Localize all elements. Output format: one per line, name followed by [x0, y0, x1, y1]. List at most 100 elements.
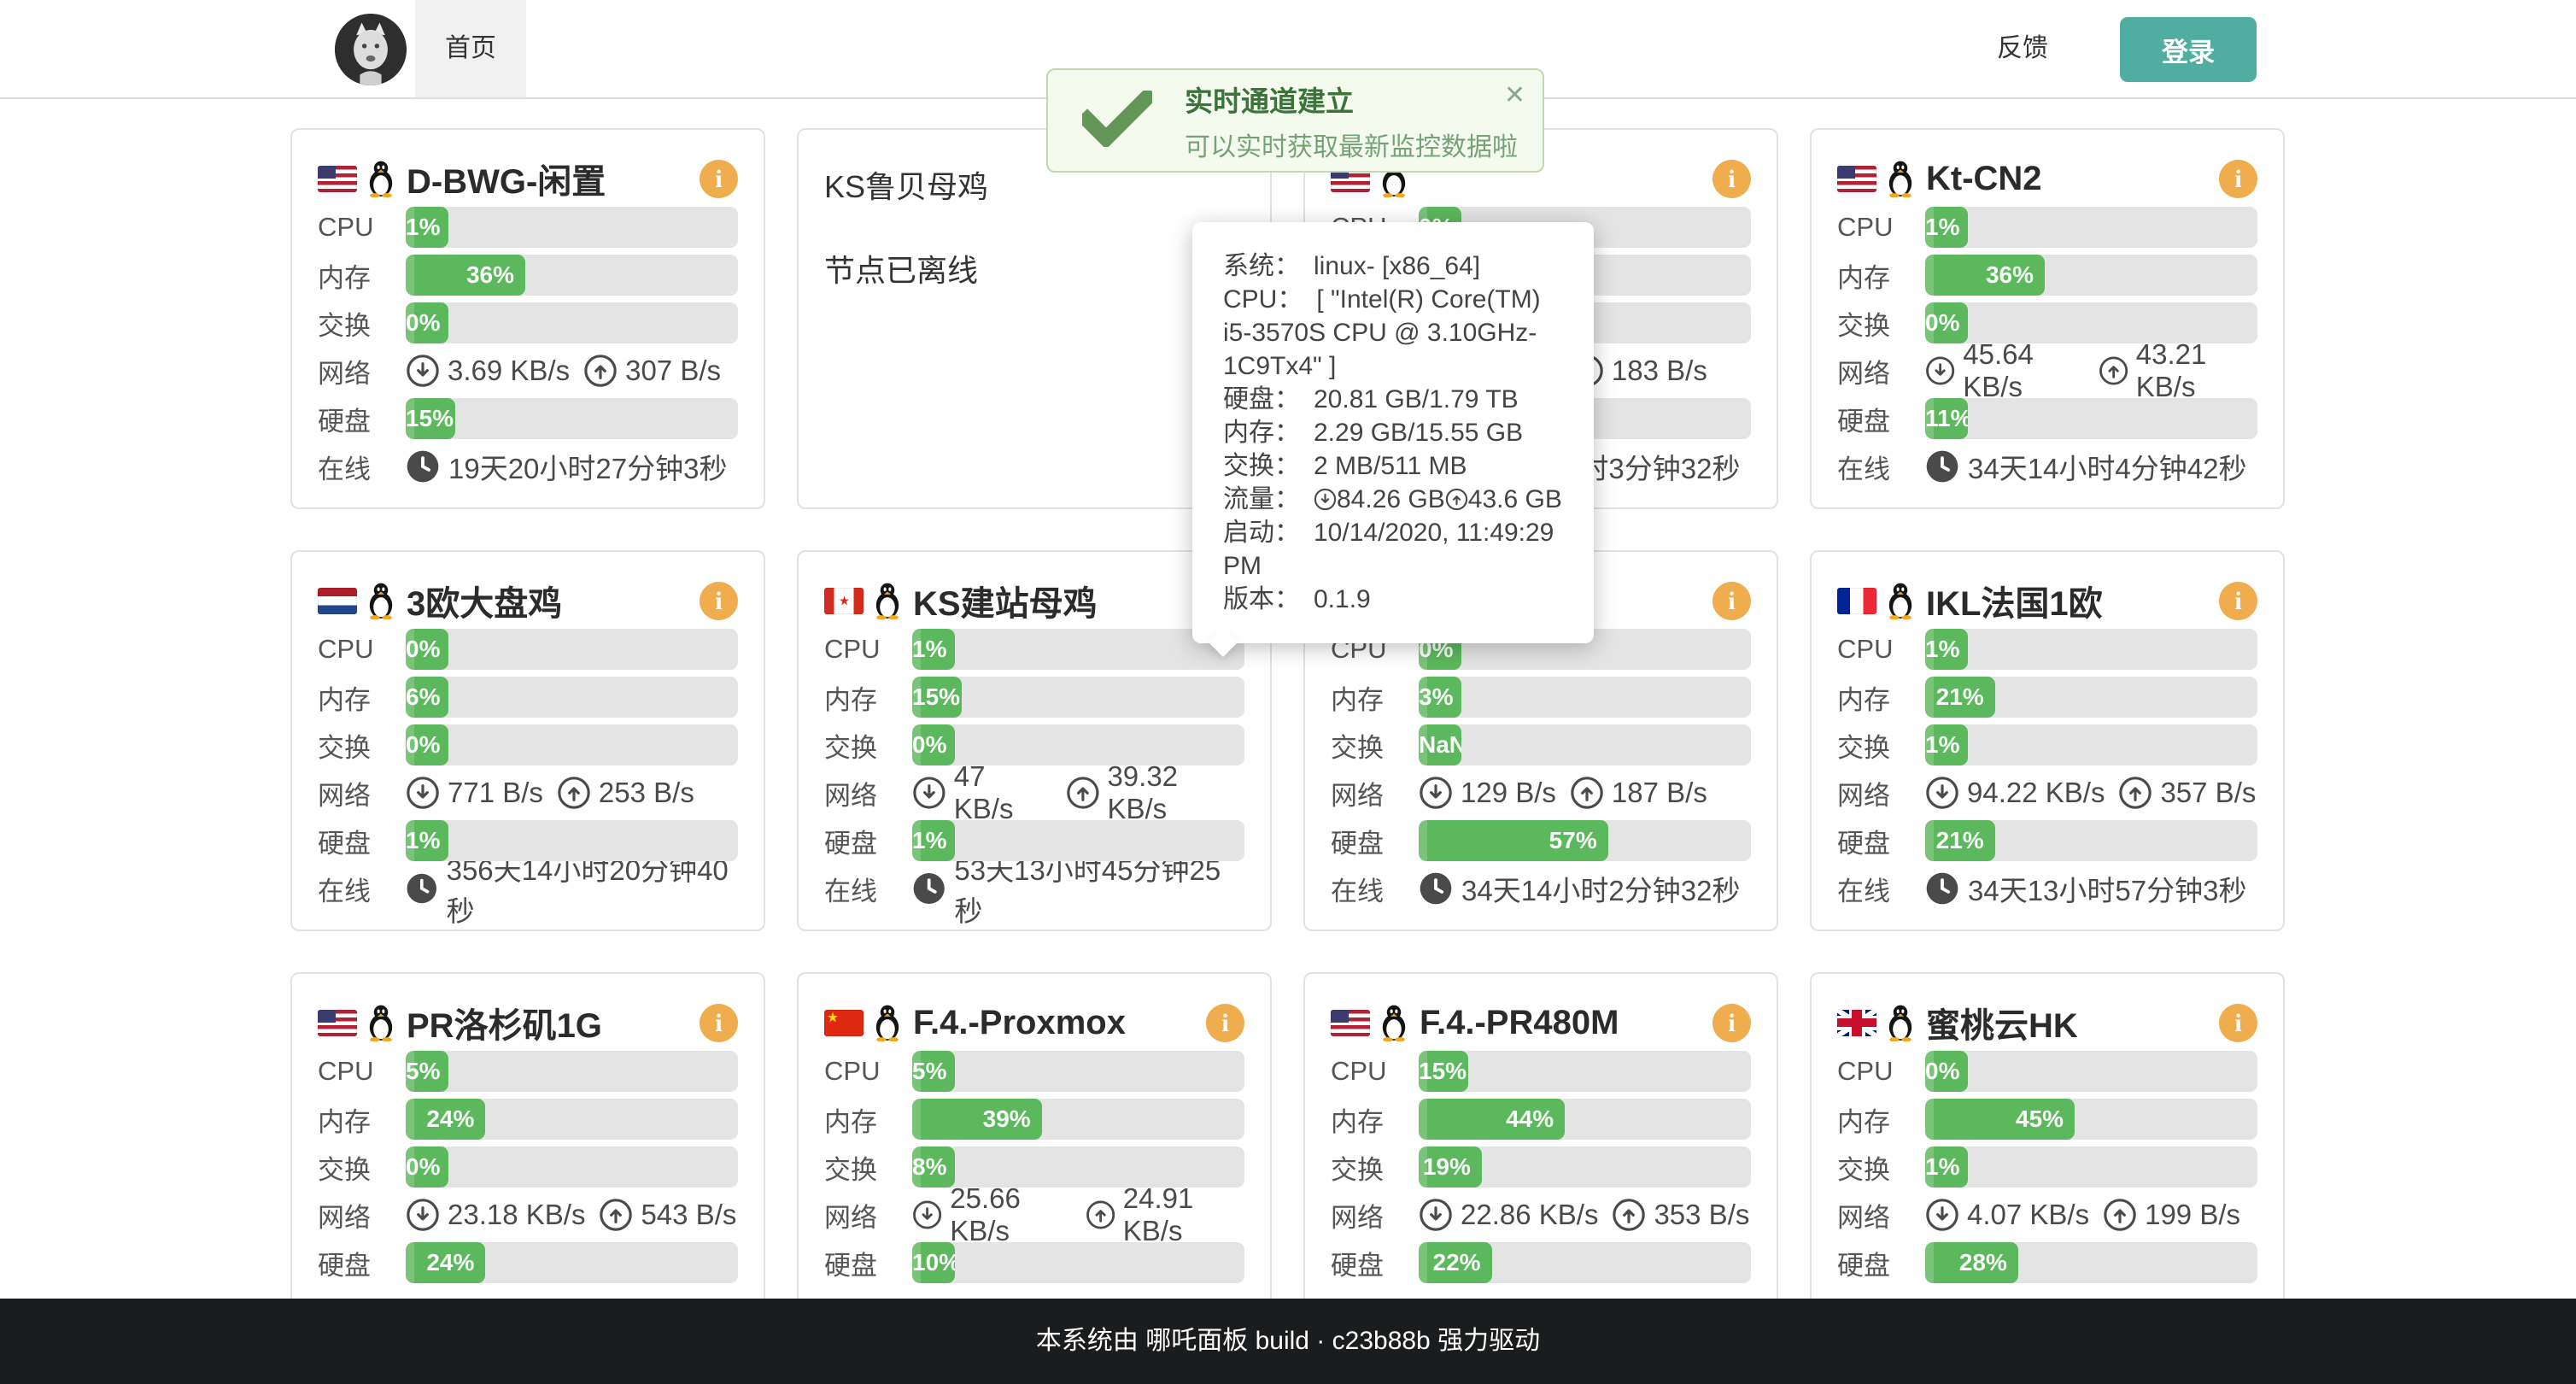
info-icon[interactable]: i	[2219, 1004, 2257, 1042]
stat-rows: CPU5%内存24%交换0%网络23.18 KB/s543 B/s硬盘24%	[318, 1051, 738, 1283]
stat-row-online: 在线19天20小时27分钟3秒	[318, 446, 738, 487]
disk-percent-label: 28%	[1925, 1242, 2018, 1283]
card-header: 蜜桃云HK i	[1837, 994, 2257, 1051]
row-label-cpu: CPU	[1837, 634, 1925, 665]
row-label-swap: 交换	[1331, 1148, 1419, 1187]
network-speeds: 94.22 KB/s357 B/s	[1925, 776, 2256, 810]
net-down-value: 45.64 KB/s	[1963, 338, 2084, 403]
row-label-cpu: CPU	[1331, 1056, 1419, 1087]
mem-percent-label: 44%	[1419, 1099, 1565, 1140]
row-label-mem: 内存	[1331, 678, 1419, 717]
upload-arrow-icon	[557, 776, 591, 810]
mem-percent-label: 15%	[912, 677, 962, 718]
disk-progress-fill: 1%	[406, 820, 448, 861]
tooltip-row: 硬盘：20.81 GB/1.79 TB	[1223, 383, 1563, 416]
stat-row-swap: 交换19%	[1331, 1146, 1751, 1188]
stat-row-disk: 硬盘11%	[1837, 398, 2257, 439]
row-label-net: 网络	[1837, 774, 1925, 812]
linux-penguin-icon	[1885, 1004, 1916, 1041]
download-arrow-icon	[1925, 776, 1959, 810]
stat-row-mem: 内存39%	[824, 1099, 1244, 1140]
traffic-down-value: 84.26 GB	[1337, 485, 1445, 513]
info-icon[interactable]: i	[2219, 160, 2257, 198]
cpu-percent-label: 15%	[1419, 1051, 1468, 1092]
country-flag-icon	[318, 166, 357, 192]
country-flag-icon	[318, 588, 357, 614]
info-icon[interactable]: i	[700, 160, 738, 198]
row-label-cpu: CPU	[824, 634, 912, 665]
disk-progress-track: 15%	[406, 398, 738, 439]
cpu-percent-label: 1%	[406, 207, 448, 248]
stat-row-mem: 内存45%	[1837, 1099, 2257, 1140]
row-label-disk: 硬盘	[1837, 400, 1925, 438]
mem-progress-track: 36%	[406, 255, 738, 296]
net-down-value: 94.22 KB/s	[1967, 777, 2105, 809]
clock-icon	[406, 871, 438, 906]
info-icon[interactable]: i	[1712, 160, 1751, 198]
stat-row-cpu: CPU15%	[1331, 1051, 1751, 1092]
mem-percent-label: 36%	[1925, 255, 2045, 296]
swap-progress-fill: 0%	[1925, 302, 1968, 343]
swap-progress-track: 0%	[406, 1146, 738, 1188]
stat-row-net: 网络47 KB/s39.32 KB/s	[824, 772, 1244, 813]
download-arrow-icon	[406, 354, 440, 388]
info-icon[interactable]: i	[700, 582, 738, 620]
info-icon[interactable]: i	[1712, 1004, 1751, 1042]
stat-row-swap: 交换0%	[318, 724, 738, 765]
stat-row-mem: 内存3%	[1331, 677, 1751, 718]
info-icon[interactable]: i	[1206, 1004, 1244, 1042]
swap-progress-fill: 1%	[1925, 1146, 1968, 1188]
linux-penguin-icon	[366, 582, 396, 619]
row-label-disk: 硬盘	[318, 822, 406, 860]
stat-row-cpu: CPU5%	[824, 1051, 1244, 1092]
tab-home[interactable]: 首页	[415, 0, 526, 97]
server-name: IKL法国1欧	[1926, 576, 2219, 625]
info-icon[interactable]: i	[1712, 582, 1751, 620]
login-button[interactable]: 登录	[2120, 17, 2257, 82]
net-down-value: 23.18 KB/s	[448, 1199, 585, 1231]
download-arrow-icon	[1925, 1198, 1959, 1232]
tooltip-row-value: 20.81 GB/1.79 TB	[1314, 385, 1519, 413]
feedback-link[interactable]: 反馈	[1997, 0, 2048, 97]
stat-rows: CPU1%内存36%交换0%网络45.64 KB/s43.21 KB/s硬盘11…	[1837, 207, 2257, 487]
offline-status-text: 节点已离线	[824, 246, 1244, 290]
stat-row-swap: 交换0%	[824, 724, 1244, 765]
download-arrow-icon	[1925, 354, 1955, 388]
upload-arrow-icon	[1570, 776, 1604, 810]
swap-progress-fill: 0%	[406, 302, 448, 343]
info-icon[interactable]: i	[700, 1004, 738, 1042]
tooltip-row: CPU：[ "Intel(R) Core(TM) i5-3570S CPU @ …	[1223, 283, 1563, 383]
row-label-net: 网络	[1331, 1196, 1419, 1234]
row-label-swap: 交换	[318, 1148, 406, 1187]
mem-progress-track: 39%	[912, 1099, 1244, 1140]
info-icon[interactable]: i	[2219, 582, 2257, 620]
server-card: IKL法国1欧 i CPU1%内存21%交换1%网络94.22 KB/s357 …	[1810, 550, 2285, 931]
upload-arrow-icon	[1612, 1198, 1646, 1232]
stat-row-online: 在线34天14小时4分钟42秒	[1837, 446, 2257, 487]
stat-row-net: 网络771 B/s253 B/s	[318, 772, 738, 813]
upload-arrow-icon	[583, 354, 618, 388]
row-label-net: 网络	[1837, 352, 1925, 390]
swap-percent-label: NaN%	[1419, 724, 1461, 765]
stat-rows: CPU1%内存21%交换1%网络94.22 KB/s357 B/s硬盘21%在线…	[1837, 629, 2257, 909]
clock-icon	[1925, 449, 1959, 484]
cpu-percent-label: 0%	[406, 629, 448, 670]
swap-progress-fill: 1%	[1925, 724, 1968, 765]
cpu-progress-track: 0%	[406, 629, 738, 670]
country-flag-icon	[824, 588, 864, 614]
swap-progress-fill: 19%	[1419, 1146, 1482, 1188]
swap-progress-fill: 0%	[406, 1146, 448, 1188]
server-name: Kt-CN2	[1926, 160, 2219, 198]
row-label-online: 在线	[824, 870, 912, 908]
network-speeds: 129 B/s187 B/s	[1419, 776, 1707, 810]
stat-row-disk: 硬盘15%	[318, 398, 738, 439]
row-label-net: 网络	[318, 774, 406, 812]
mem-progress-track: 6%	[406, 677, 738, 718]
row-label-online: 在线	[1837, 870, 1925, 908]
close-icon[interactable]: ✕	[1504, 80, 1525, 110]
row-label-disk: 硬盘	[1331, 1244, 1419, 1282]
logo-avatar[interactable]	[335, 14, 407, 85]
stat-row-swap: 交换0%	[318, 302, 738, 343]
row-label-mem: 内存	[1837, 256, 1925, 295]
stat-row-disk: 硬盘1%	[318, 820, 738, 861]
